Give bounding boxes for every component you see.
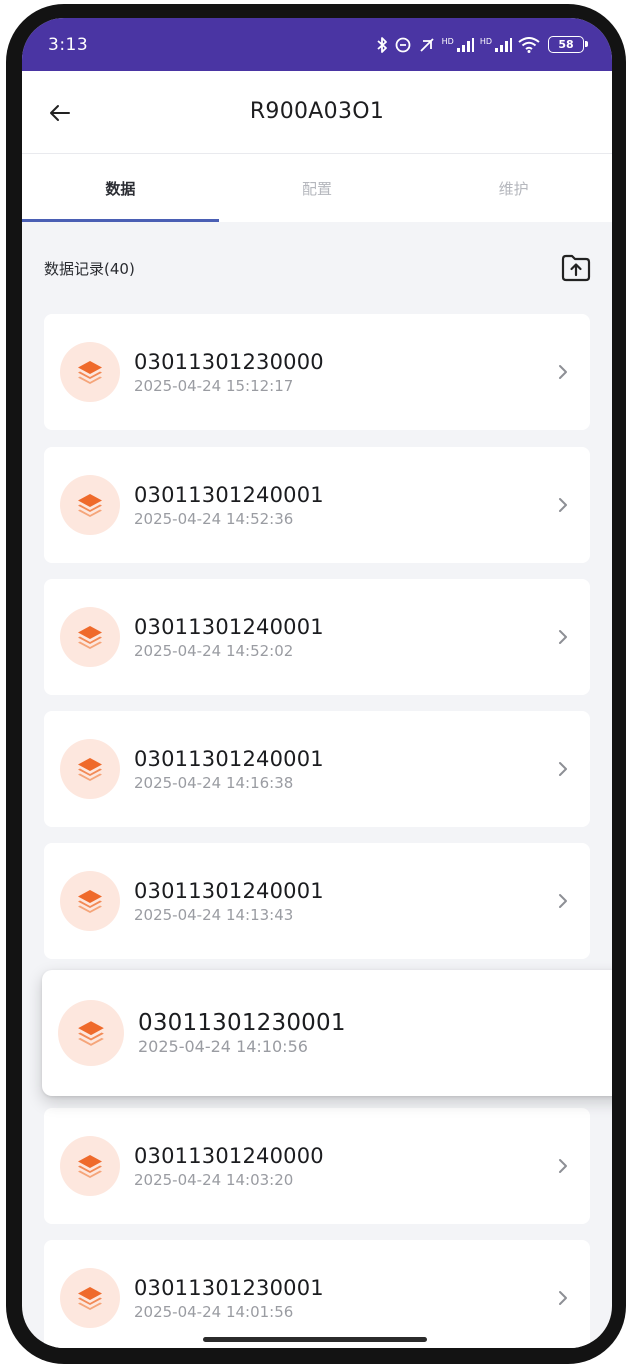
- status-icons: HD HD 58: [376, 36, 588, 54]
- record-id: 03011301230000: [134, 350, 324, 374]
- chevron-right-icon: [610, 1018, 612, 1048]
- record-avatar: [60, 1136, 120, 1196]
- record-card-dragging[interactable]: 03011301230001 2025-04-24 14:10:56: [42, 970, 612, 1096]
- record-time: 2025-04-24 14:13:43: [134, 906, 294, 924]
- record-avatar: [60, 475, 120, 535]
- record-id: 03011301230001: [138, 1010, 346, 1036]
- status-time: 3:13: [48, 34, 89, 55]
- layers-icon: [78, 1155, 102, 1178]
- record-time: 2025-04-24 14:03:20: [134, 1171, 294, 1189]
- record-text: 03011301230000 2025-04-24 15:12:17: [134, 349, 548, 395]
- tab-config[interactable]: 配置: [219, 154, 416, 222]
- tab-data[interactable]: 数据: [22, 154, 219, 222]
- record-text: 03011301240000 2025-04-24 14:03:20: [134, 1143, 548, 1189]
- record-avatar: [60, 1268, 120, 1328]
- record-text: 03011301230001 2025-04-24 14:10:56: [138, 1010, 610, 1056]
- signal-tag-2: HD: [479, 36, 492, 46]
- chevron-right-icon: [548, 886, 578, 916]
- layers-icon: [78, 1287, 102, 1310]
- record-avatar: [60, 739, 120, 799]
- chevron-right-icon: [548, 1151, 578, 1181]
- record-time: 2025-04-24 14:52:36: [134, 510, 294, 528]
- record-text: 03011301240001 2025-04-24 14:16:38: [134, 746, 548, 792]
- layers-icon: [78, 758, 102, 781]
- signal-tag-1: HD: [441, 36, 454, 46]
- upload-folder-icon: [561, 254, 591, 282]
- record-text: 03011301240001 2025-04-24 14:52:02: [134, 614, 548, 660]
- layers-icon: [78, 361, 102, 384]
- bluetooth-icon: [376, 36, 388, 54]
- record-id: 03011301240001: [134, 615, 324, 639]
- section-title: 数据记录(40): [44, 259, 135, 278]
- tab-label: 维护: [498, 179, 529, 198]
- app-bar: R900A03O1: [22, 71, 612, 154]
- record-id: 03011301240000: [134, 1144, 324, 1168]
- record-time: 2025-04-24 14:10:56: [138, 1037, 308, 1056]
- record-avatar: [60, 607, 120, 667]
- record-time: 2025-04-24 14:52:02: [134, 642, 294, 660]
- record-card[interactable]: 03011301240001 2025-04-24 14:16:38: [44, 711, 590, 827]
- record-id: 03011301230001: [134, 1276, 324, 1300]
- record-card[interactable]: 03011301240001 2025-04-24 14:13:43: [44, 843, 590, 959]
- phone-device: 3:13 HD HD 58 R900A03O1 数据 配置 维护 数据记录(40…: [0, 0, 630, 1366]
- record-time: 2025-04-24 15:12:17: [134, 377, 294, 395]
- chevron-right-icon: [548, 490, 578, 520]
- record-time: 2025-04-24 14:01:56: [134, 1303, 294, 1321]
- layers-icon: [78, 494, 102, 517]
- signal-icon: [494, 37, 512, 53]
- chevron-right-icon: [548, 1283, 578, 1313]
- phone-screen: 3:13 HD HD 58 R900A03O1 数据 配置 维护 数据记录(40…: [22, 18, 612, 1348]
- wifi-icon: [518, 36, 540, 53]
- tab-maintenance[interactable]: 维护: [415, 154, 612, 222]
- status-bar: 3:13 HD HD 58: [22, 18, 612, 71]
- record-card[interactable]: 03011301240001 2025-04-24 14:52:02: [44, 579, 590, 695]
- home-indicator[interactable]: [203, 1337, 427, 1342]
- record-text: 03011301230001 2025-04-24 14:01:56: [134, 1275, 548, 1321]
- signal-icon: [456, 37, 474, 53]
- layers-icon: [78, 626, 102, 649]
- record-avatar: [58, 1000, 124, 1066]
- section-header: 数据记录(40): [22, 222, 612, 314]
- battery-icon: 58: [548, 36, 588, 53]
- chevron-right-icon: [548, 357, 578, 387]
- tab-bar: 数据 配置 维护: [22, 154, 612, 222]
- battery-level: 58: [558, 38, 574, 51]
- record-text: 03011301240001 2025-04-24 14:13:43: [134, 878, 548, 924]
- record-card[interactable]: 03011301240000 2025-04-24 14:03:20: [44, 1108, 590, 1224]
- tab-label: 配置: [302, 179, 333, 198]
- chevron-right-icon: [548, 622, 578, 652]
- record-time: 2025-04-24 14:16:38: [134, 774, 294, 792]
- tab-label: 数据: [105, 179, 136, 198]
- layers-icon: [78, 1021, 104, 1046]
- record-avatar: [60, 871, 120, 931]
- record-text: 03011301240001 2025-04-24 14:52:36: [134, 482, 548, 528]
- link-icon: [394, 36, 412, 54]
- page-title: R900A03O1: [249, 99, 385, 124]
- record-card[interactable]: 03011301240001 2025-04-24 14:52:36: [44, 447, 590, 563]
- record-card[interactable]: 03011301230000 2025-04-24 15:12:17: [44, 314, 590, 430]
- record-avatar: [60, 342, 120, 402]
- layers-icon: [78, 890, 102, 913]
- chevron-right-icon: [548, 754, 578, 784]
- record-id: 03011301240001: [134, 879, 324, 903]
- export-button[interactable]: [560, 252, 592, 284]
- record-id: 03011301240001: [134, 747, 324, 771]
- record-card[interactable]: 03011301230001 2025-04-24 14:01:56: [44, 1240, 590, 1348]
- record-id: 03011301240001: [134, 483, 324, 507]
- data-off-icon: [418, 36, 436, 54]
